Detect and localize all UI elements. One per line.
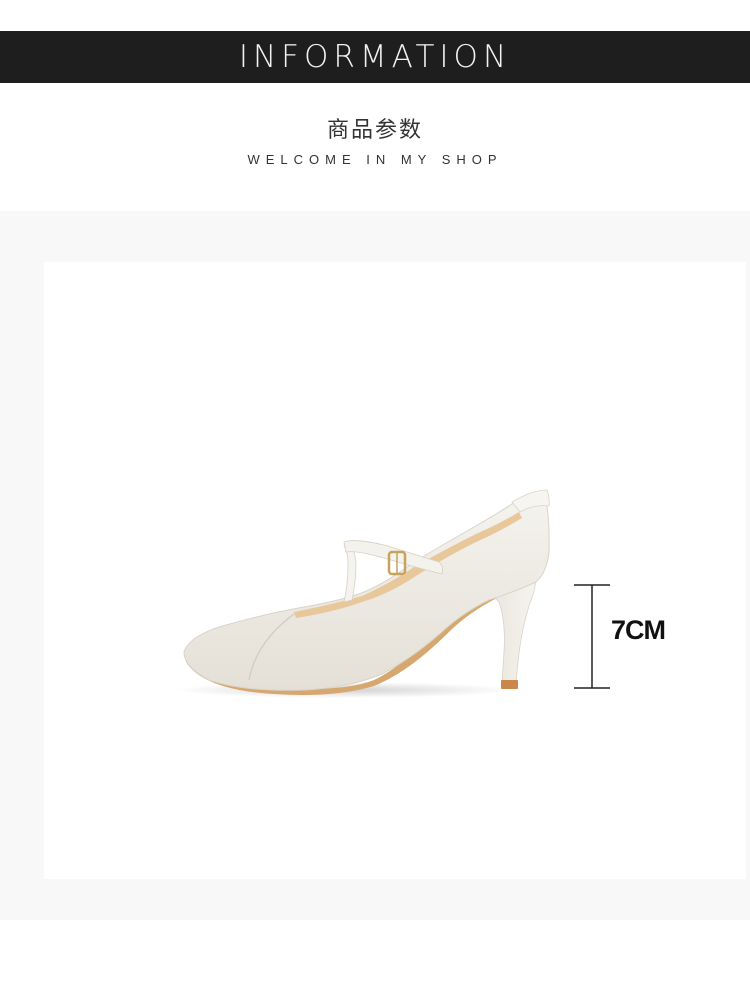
- header-banner: INFORMATION: [0, 31, 750, 83]
- product-photo-card: [44, 262, 746, 879]
- shoe-body: [183, 492, 550, 691]
- header-title: INFORMATION: [238, 39, 512, 75]
- heel-tip: [501, 680, 518, 689]
- section-subtitle: WELCOME IN MY SHOP: [247, 152, 503, 167]
- heel-height-label: 7CM: [611, 615, 666, 645]
- shoe-image: [174, 489, 550, 698]
- t-strap-vertical: [343, 543, 357, 603]
- heel-height-marker: [574, 584, 610, 689]
- section-title: 商品参数: [326, 118, 423, 143]
